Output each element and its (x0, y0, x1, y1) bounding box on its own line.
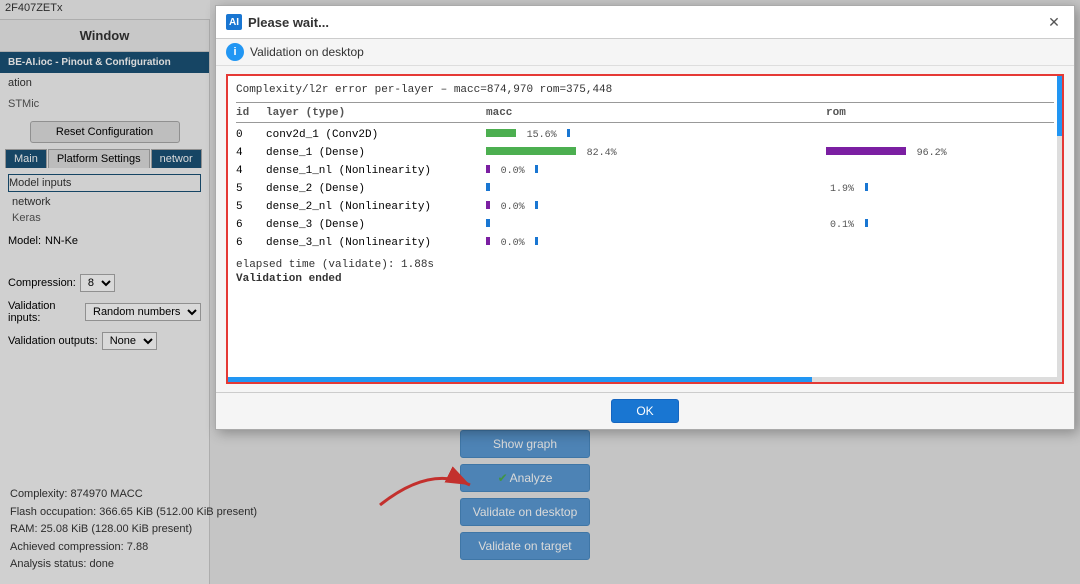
table-row: 5 dense_2 (Dense) 1.9% (236, 181, 1054, 197)
progress-bar-container (228, 377, 1062, 382)
table-header-row: id layer (type) macc rom (236, 107, 1054, 123)
macc-pct: 82.4% (587, 148, 617, 159)
validation-ended: Validation ended (236, 273, 1054, 285)
row-macc: 15.6% (486, 129, 826, 141)
col-header-layer: layer (type) (266, 107, 486, 119)
row-macc: 82.4% (486, 147, 826, 159)
macc-bar (486, 165, 490, 173)
row-macc: 0.0% (486, 201, 826, 213)
table-row: 0 conv2d_1 (Conv2D) 15.6% (236, 127, 1054, 143)
rom-bar-sm (535, 165, 538, 173)
progress-bar-fill (228, 377, 812, 382)
dialog-app-icon: AI (226, 14, 242, 30)
ok-button[interactable]: OK (611, 399, 678, 423)
table-row: 6 dense_3_nl (Nonlinearity) 0.0% (236, 235, 1054, 251)
row-layer: dense_2_nl (Nonlinearity) (266, 201, 486, 213)
rom-bar-sm (865, 183, 868, 191)
macc-bar (486, 237, 490, 245)
macc-bar (486, 129, 516, 137)
col-header-id: id (236, 107, 266, 119)
results-box: Complexity/l2r error per-layer – macc=87… (226, 74, 1064, 384)
row-macc: 0.0% (486, 165, 826, 177)
row-layer: dense_3 (Dense) (266, 219, 486, 231)
macc-pct: 0.0% (501, 202, 525, 213)
row-layer: dense_1_nl (Nonlinearity) (266, 165, 486, 177)
rom-bar (826, 147, 906, 155)
row-id: 4 (236, 165, 266, 177)
col-header-macc: macc (486, 107, 826, 119)
dialog-titlebar: AI Please wait... ✕ (216, 6, 1074, 39)
row-macc: 0.0% (486, 237, 826, 249)
elapsed-line: elapsed time (validate): 1.88s (236, 259, 1054, 271)
row-rom: 1.9% (826, 183, 1026, 195)
info-icon: i (226, 43, 244, 61)
row-id: 6 (236, 237, 266, 249)
row-rom: 96.2% (826, 147, 1026, 159)
rom-bar-sm (567, 129, 570, 137)
row-macc (486, 219, 826, 231)
row-macc (486, 183, 826, 195)
table-row: 5 dense_2_nl (Nonlinearity) 0.0% (236, 199, 1054, 215)
scroll-thumb[interactable] (1057, 76, 1062, 136)
dialog-info-text: Validation on desktop (250, 45, 364, 59)
dialog-title-left: AI Please wait... (226, 14, 329, 30)
dialog-title: Please wait... (248, 15, 329, 30)
macc-pct: 0.0% (501, 238, 525, 249)
dialog-content: Complexity/l2r error per-layer – macc=87… (216, 66, 1074, 392)
complexity-header: Complexity/l2r error per-layer – macc=87… (236, 84, 1054, 96)
rom-bar-sm (865, 219, 868, 227)
row-layer: conv2d_1 (Conv2D) (266, 129, 486, 141)
row-layer: dense_2 (Dense) (266, 183, 486, 195)
macc-pct: 0.0% (501, 166, 525, 177)
col-header-rom: rom (826, 107, 1026, 119)
rom-pct: 96.2% (917, 148, 947, 159)
table-row: 4 dense_1_nl (Nonlinearity) 0.0% (236, 163, 1054, 179)
dialog-close-button[interactable]: ✕ (1044, 12, 1064, 32)
dialog-footer: OK (216, 392, 1074, 429)
row-id: 5 (236, 183, 266, 195)
rom-pct: 1.9% (830, 184, 854, 195)
row-layer: dense_3_nl (Nonlinearity) (266, 237, 486, 249)
macc-bar (486, 183, 490, 191)
macc-pct: 15.6% (527, 130, 557, 141)
row-id: 6 (236, 219, 266, 231)
row-id: 4 (236, 147, 266, 159)
macc-bar (486, 201, 490, 209)
scroll-indicator[interactable] (1057, 76, 1062, 382)
row-id: 5 (236, 201, 266, 213)
rom-bar-sm (535, 201, 538, 209)
row-layer: dense_1 (Dense) (266, 147, 486, 159)
row-rom: 0.1% (826, 219, 1026, 231)
dialog-info-row: i Validation on desktop (216, 39, 1074, 66)
macc-bar (486, 147, 576, 155)
rom-bar-sm (535, 237, 538, 245)
rom-pct: 0.1% (830, 220, 854, 231)
row-id: 0 (236, 129, 266, 141)
table-row: 4 dense_1 (Dense) 82.4% 96.2% (236, 145, 1054, 161)
table-row: 6 dense_3 (Dense) 0.1% (236, 217, 1054, 233)
please-wait-dialog: AI Please wait... ✕ i Validation on desk… (215, 5, 1075, 430)
macc-bar (486, 219, 490, 227)
